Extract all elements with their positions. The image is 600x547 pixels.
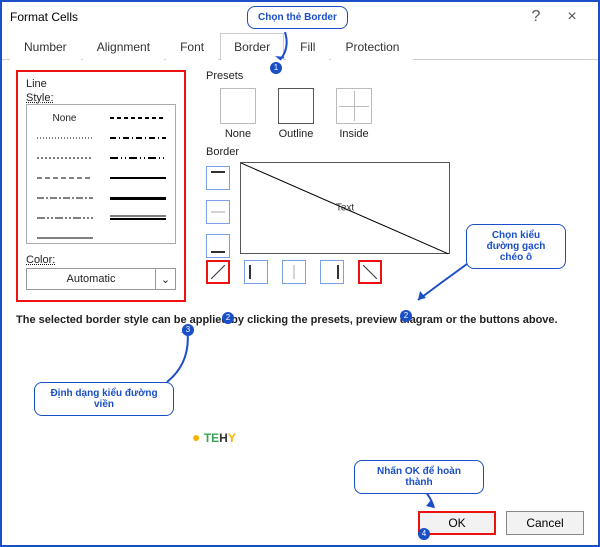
style-opt[interactable] — [31, 129, 98, 147]
tab-border[interactable]: Border — [220, 33, 284, 60]
border-top-button[interactable] — [206, 166, 230, 190]
marker-1: 1 — [270, 62, 282, 74]
chevron-down-icon: ⌄ — [155, 269, 175, 289]
tab-fill[interactable]: Fill — [286, 33, 329, 60]
tehy-logo: ● TEHY — [192, 429, 236, 445]
border-preview[interactable]: Text — [240, 162, 450, 254]
tab-protection[interactable]: Protection — [331, 33, 413, 60]
style-opt[interactable] — [104, 209, 171, 227]
callout-border-tab: Chọn thẻ Border — [247, 6, 348, 29]
tab-alignment[interactable]: Alignment — [83, 33, 164, 60]
marker-2: 2 — [222, 312, 234, 324]
border-diag-down-button[interactable] — [358, 260, 382, 284]
style-opt[interactable] — [31, 149, 98, 167]
callout-ok: Nhấn OK để hoàn thành — [354, 460, 484, 494]
style-opt[interactable] — [104, 109, 171, 127]
marker-4: 4 — [418, 528, 430, 540]
preview-text: Text — [336, 203, 354, 214]
marker-3: 3 — [182, 324, 194, 336]
color-value: Automatic — [27, 269, 155, 289]
border-diag-up-button[interactable] — [206, 260, 230, 284]
border-bottom-button[interactable] — [206, 234, 230, 258]
border-left-button[interactable] — [244, 260, 268, 284]
border-heading: Border — [206, 146, 584, 158]
style-label: Style: — [26, 92, 176, 104]
dialog-footer: OK Cancel — [418, 511, 584, 535]
callout-diagonal: Chọn kiểu đường gạch chéo ô — [466, 224, 566, 269]
dialog-body: Line Style: None Color: — [2, 60, 598, 336]
preset-inside[interactable]: Inside — [334, 88, 374, 140]
line-group: Line Style: None Color: — [16, 70, 186, 302]
line-style-list[interactable]: None — [26, 104, 176, 244]
cancel-button[interactable]: Cancel — [506, 511, 584, 535]
border-hmiddle-button[interactable] — [206, 200, 230, 224]
style-opt[interactable] — [104, 129, 171, 147]
style-none[interactable]: None — [31, 109, 98, 127]
marker-2b: 2 — [400, 310, 412, 322]
style-opt[interactable] — [104, 229, 171, 247]
style-opt[interactable] — [104, 189, 171, 207]
style-opt[interactable] — [31, 209, 98, 227]
help-icon[interactable]: ? — [518, 8, 554, 26]
preset-outline-icon — [278, 88, 314, 124]
color-dropdown[interactable]: Automatic ⌄ — [26, 268, 176, 290]
tab-font[interactable]: Font — [166, 33, 218, 60]
preset-none-icon — [220, 88, 256, 124]
style-opt[interactable] — [31, 229, 98, 247]
style-opt[interactable] — [31, 189, 98, 207]
presets-heading: Presets — [206, 70, 584, 82]
style-opt[interactable] — [31, 169, 98, 187]
border-vmiddle-button[interactable] — [282, 260, 306, 284]
preset-outline[interactable]: Outline — [276, 88, 316, 140]
style-opt[interactable] — [104, 149, 171, 167]
style-opt[interactable] — [104, 169, 171, 187]
color-label: Color: — [26, 254, 176, 266]
preset-none[interactable]: None — [218, 88, 258, 140]
description-text: The selected border style can be applied… — [16, 314, 584, 326]
tab-strip: Number Alignment Font Border Fill Protec… — [2, 32, 598, 60]
border-right-button[interactable] — [320, 260, 344, 284]
close-icon[interactable]: × — [554, 8, 590, 26]
callout-line-format: Định dạng kiểu đường viền — [34, 382, 174, 416]
line-heading: Line — [26, 78, 176, 90]
tab-number[interactable]: Number — [10, 33, 81, 60]
preset-inside-icon — [336, 88, 372, 124]
